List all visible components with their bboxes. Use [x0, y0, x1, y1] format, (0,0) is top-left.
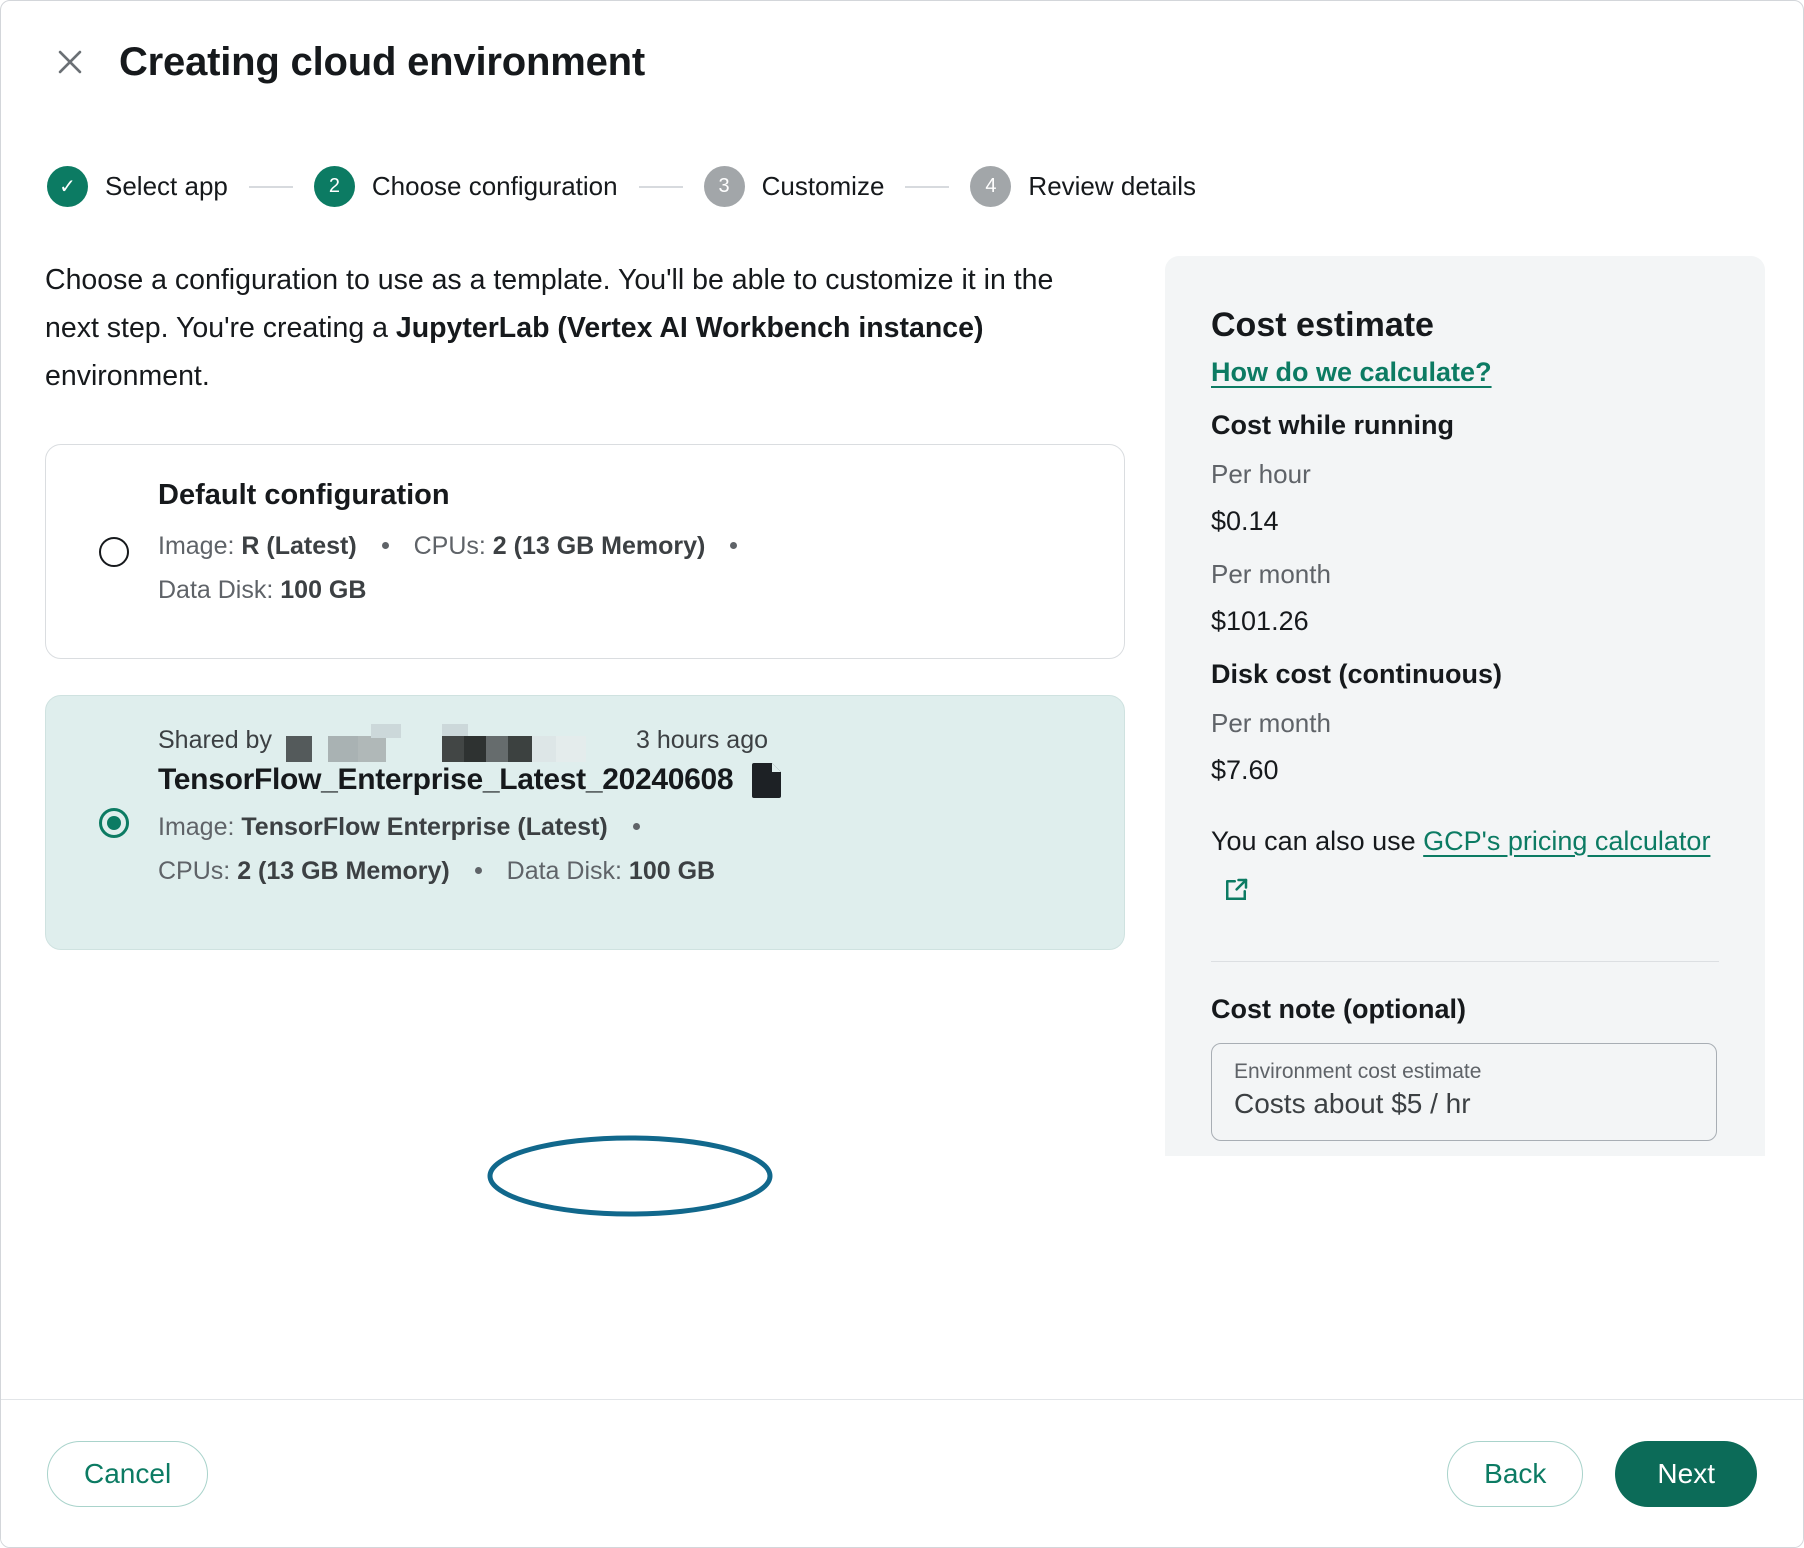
next-button[interactable]: Next	[1615, 1440, 1757, 1507]
create-environment-dialog: Creating cloud environment ✓ Select app …	[0, 0, 1804, 1548]
data-disk-label: Data Disk:	[506, 857, 622, 885]
configuration-name: TensorFlow_Enterprise_Latest_20240608	[158, 763, 734, 796]
redacted-user-first-name	[285, 723, 404, 762]
intro-text: Choose a configuration to use as a templ…	[45, 256, 1107, 400]
step-label: Review details	[1028, 171, 1197, 201]
option-heading: Default configuration	[158, 479, 450, 511]
cancel-button[interactable]: Cancel	[47, 1440, 209, 1507]
external-link-icon[interactable]	[1221, 871, 1251, 921]
annotation-ellipse	[487, 1135, 773, 1217]
step-label: Select app	[105, 171, 228, 201]
radio-shared-configuration[interactable]	[99, 807, 129, 838]
radio-default-configuration[interactable]	[99, 536, 129, 567]
data-disk-value: 100 GB	[280, 576, 367, 604]
option-meta-line-2: Data Disk: 100 GB	[158, 568, 1090, 612]
option-meta-line-1: Image: R (Latest) CPUs: 2 (13 GB Memory)	[158, 524, 1090, 568]
bullet-separator-icon	[632, 822, 640, 830]
step-connector	[248, 185, 293, 188]
footer-actions: Back Next	[1447, 1440, 1757, 1507]
step-marker-check-icon: ✓	[47, 166, 88, 207]
disk-per-month-value: $7.60	[1211, 755, 1279, 785]
cost-while-running-heading: Cost while running	[1211, 410, 1454, 440]
image-value: TensorFlow Enterprise (Latest)	[241, 813, 608, 841]
option-meta-line-1: Image: TensorFlow Enterprise (Latest)	[158, 805, 1090, 849]
how-do-we-calculate-link[interactable]: How do we calculate?	[1211, 357, 1492, 388]
cost-note-value: Costs about $5 / hr	[1234, 1088, 1471, 1119]
option-card-default-configuration[interactable]: Default configuration Image: R (Latest) …	[45, 444, 1125, 659]
step-connector	[638, 185, 683, 188]
configuration-column: Choose a configuration to use as a templ…	[45, 256, 1165, 950]
disk-cost-heading: Disk cost (continuous)	[1211, 659, 1503, 689]
cost-note-input[interactable]: Environment cost estimate Costs about $5…	[1211, 1043, 1717, 1141]
cpus-value: 2 (13 GB Memory)	[237, 857, 450, 885]
disk-per-month-label: Per month	[1211, 708, 1331, 738]
per-hour-value: $0.14	[1211, 506, 1279, 536]
shared-timestamp: 3 hours ago	[635, 726, 769, 754]
bullet-separator-icon	[730, 541, 738, 549]
image-label: Image:	[158, 532, 235, 560]
pricing-calculator-text: You can also use GCP's pricing calculato…	[1211, 816, 1719, 921]
step-select-app[interactable]: ✓ Select app	[47, 166, 228, 207]
cost-note-caption: Environment cost estimate	[1234, 1060, 1482, 1083]
shared-by-label: Shared by	[158, 726, 272, 754]
cpus-label: CPUs:	[158, 857, 231, 885]
close-icon[interactable]	[47, 39, 93, 85]
cpus-label: CPUs:	[413, 532, 486, 560]
option-card-shared-configuration[interactable]: Shared by 3 hours ago TensorFlow_Enterpr…	[45, 695, 1125, 950]
data-disk-label: Data Disk:	[158, 576, 274, 604]
gcp-pricing-calculator-link[interactable]: GCP's pricing calculator	[1423, 826, 1710, 856]
panel-divider	[1211, 961, 1719, 962]
step-review-details[interactable]: 4 Review details	[970, 166, 1196, 207]
data-disk-value: 100 GB	[628, 857, 716, 885]
dialog-header: Creating cloud environment	[1, 1, 1803, 123]
per-hour-label: Per hour	[1211, 459, 1311, 489]
redacted-user-last-name	[441, 723, 594, 762]
back-button[interactable]: Back	[1447, 1440, 1584, 1507]
dialog-body: Choose a configuration to use as a templ…	[1, 256, 1803, 1397]
step-marker: 2	[313, 166, 355, 207]
step-label: Customize	[761, 171, 885, 201]
configuration-name-row: TensorFlow_Enterprise_Latest_20240608	[158, 761, 1090, 799]
step-label: Choose configuration	[371, 171, 618, 201]
wizard-stepper: ✓ Select app 2 Choose configuration 3 Cu…	[47, 166, 1196, 207]
step-connector	[905, 185, 950, 188]
dialog-footer: Cancel Back Next	[1, 1399, 1803, 1547]
step-marker: 4	[970, 166, 1012, 207]
cost-estimate-title: Cost estimate	[1211, 306, 1434, 344]
shared-by-row: Shared by 3 hours ago	[158, 723, 1090, 762]
bullet-separator-icon	[474, 866, 482, 874]
intro-part-2: environment.	[45, 360, 210, 392]
pricing-calculator-prefix: You can also use	[1211, 826, 1424, 856]
page-title: Creating cloud environment	[119, 39, 645, 84]
cpus-value: 2 (13 GB Memory)	[492, 532, 706, 560]
bullet-separator-icon	[381, 541, 389, 549]
per-month-value: $101.26	[1211, 606, 1309, 636]
step-choose-configuration[interactable]: 2 Choose configuration	[313, 166, 618, 207]
image-label: Image:	[158, 813, 235, 841]
step-customize[interactable]: 3 Customize	[703, 166, 885, 207]
intro-emphasis: JupyterLab (Vertex AI Workbench instance…	[395, 312, 984, 344]
step-marker: 3	[703, 166, 745, 207]
cost-estimate-panel: Cost estimate How do we calculate? Cost …	[1165, 256, 1765, 1156]
per-month-label: Per month	[1211, 559, 1331, 589]
document-icon	[751, 761, 783, 799]
cost-note-label: Cost note (optional)	[1211, 994, 1466, 1024]
option-meta-line-2: CPUs: 2 (13 GB Memory) Data Disk: 100 GB	[158, 849, 1090, 893]
image-value: R (Latest)	[241, 532, 357, 560]
